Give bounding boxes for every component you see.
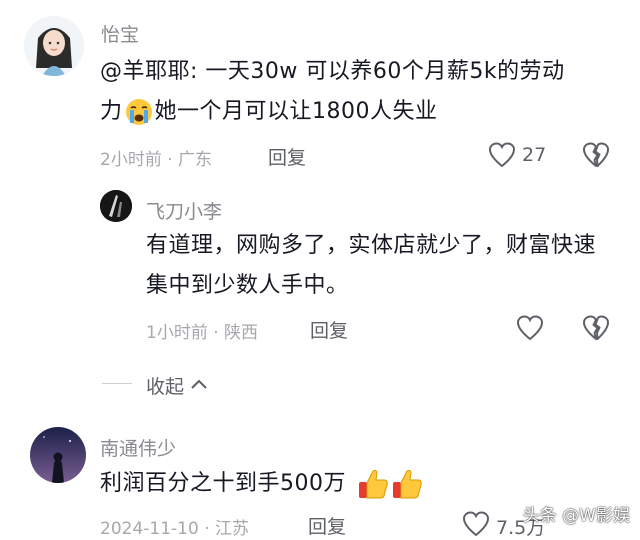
comment-location: 陕西 [224,323,259,343]
heart-outline-icon[interactable] [516,315,544,341]
heart-outline-icon[interactable] [488,142,516,168]
reply-button[interactable]: 回复 [310,316,348,343]
avatar-user2[interactable] [100,190,132,222]
broken-heart-icon[interactable] [582,142,610,168]
comment-time: 1小时前 [146,323,208,343]
meta-separator: · [213,323,225,343]
comment-text: @羊耶耶: 一天30w 可以养60个月薪5k的劳动 力 她一个月可以让1800人… [100,52,620,132]
comment-text-line: 有道理，网购多了，实体店就少了，财富快速 [146,233,597,258]
heart-outline-icon[interactable] [462,511,490,537]
like-count: 27 [522,144,547,166]
collapse-replies-button[interactable]: 收起 [146,372,184,399]
collapse-divider [102,383,132,384]
comment-meta: 2024-11-10 · 江苏 [100,514,249,539]
comment-location: 广东 [178,150,213,170]
broken-heart-icon[interactable] [582,315,610,341]
avatar-user1[interactable] [24,16,84,76]
comment-time: 2小时前 [100,150,162,170]
comment-text: 利润百分之十到手500万 [100,464,620,504]
comment-text-line: 力 她一个月可以让1800人失业 [100,92,620,132]
comment-text-line: 集中到少数人手中。 [146,273,349,298]
comment-meta: 1小时前 · 陕西 [146,318,258,343]
reply-button[interactable]: 回复 [308,512,346,539]
watermark: 头条 @W影娱 [522,506,630,526]
thumbs-up-emoji [392,469,422,499]
avatar-user3[interactable] [30,427,86,483]
crying-face-emoji [125,99,152,125]
comment-meta: 2小时前 · 广东 [100,145,212,170]
chevron-up-icon[interactable] [190,377,208,391]
comment-time: 2024-11-10 [100,519,199,539]
comment-location: 江苏 [215,519,250,539]
thumbs-up-emoji [358,469,388,499]
username[interactable]: 南通伟少 [100,434,176,461]
username[interactable]: 飞刀小李 [146,197,222,224]
comment-text-line: 利润百分之十到手500万 [100,471,346,496]
comment-text: 有道理，网购多了，实体店就少了，财富快速 集中到少数人手中。 [146,226,626,306]
comment-text-line: @羊耶耶: 一天30w 可以养60个月薪5k的劳动 [100,59,565,84]
username[interactable]: 怡宝 [101,20,139,47]
reply-button[interactable]: 回复 [268,143,306,170]
meta-separator: · [204,519,216,539]
meta-separator: · [167,150,179,170]
